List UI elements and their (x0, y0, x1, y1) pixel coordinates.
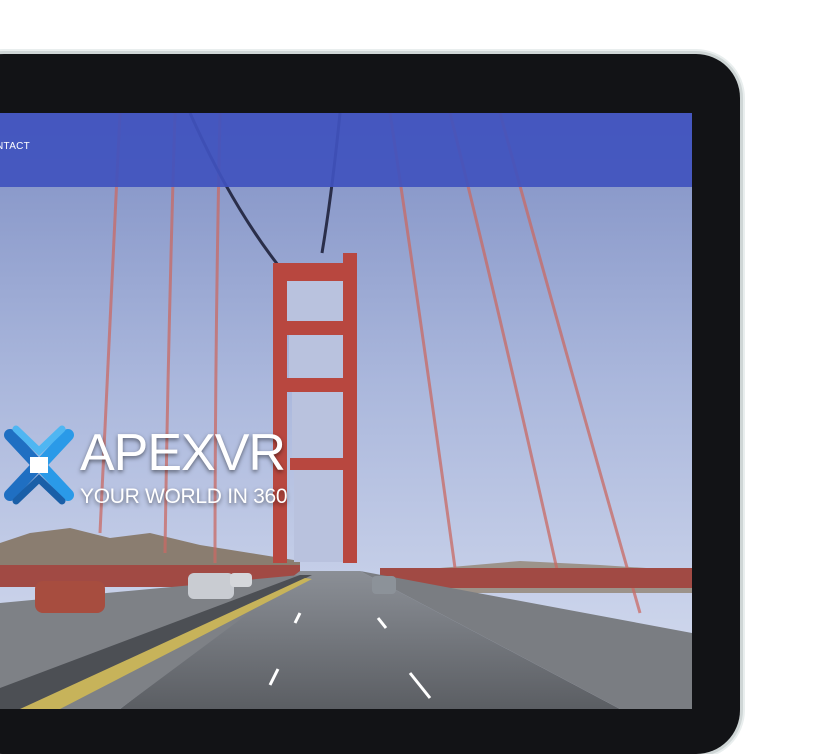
top-nav-bar: NTACT (0, 113, 692, 187)
brand-name: APEXVR (80, 424, 286, 482)
nav-link-contact[interactable]: NTACT (0, 141, 30, 152)
brand-tagline: YOUR WORLD IN 360 (80, 485, 288, 508)
hero-background-image (0, 113, 692, 709)
apexvr-logo-icon (4, 425, 74, 505)
website-screen: NTACT APEXVR YOUR WORLD IN 360 (0, 113, 692, 709)
